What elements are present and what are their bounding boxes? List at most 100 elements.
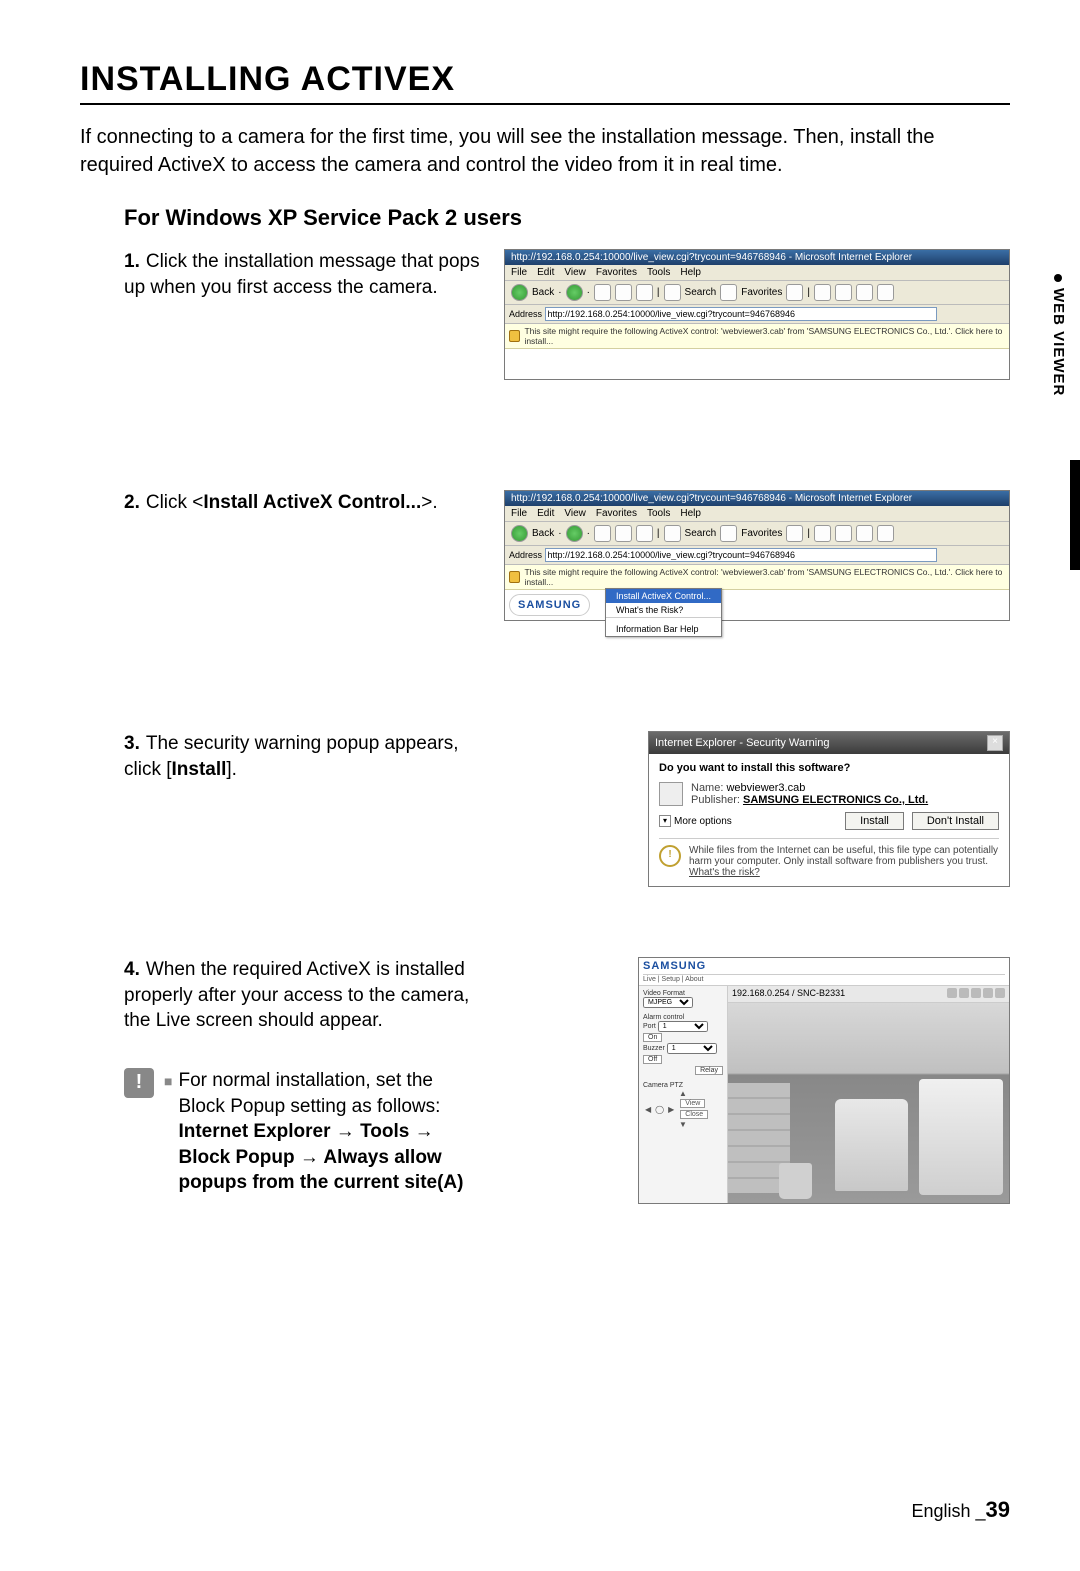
ptz-right-icon[interactable]: ▶ [666,1105,676,1114]
favorites-icon [720,284,737,301]
step-1-text: 1.Click the installation message that po… [124,249,494,300]
video-format-label: Video Format [643,990,723,997]
menu-bar: FileEditViewFavoritesToolsHelp [505,506,1009,522]
viewer-tool-icons [945,988,1005,1000]
step-3-text: 3.The security warning popup appears, cl… [124,731,494,782]
section-tab: WEB VIEWER [1046,260,1080,590]
shield-icon [509,571,520,583]
close-icon[interactable]: × [987,735,1003,751]
home-icon [636,284,653,301]
video-format-select[interactable]: MJPEG [643,997,693,1008]
step-body: >. [421,492,437,513]
media-icon [786,284,803,301]
bullet-icon [1054,274,1062,282]
ptz-center-icon[interactable]: ◯ [653,1105,666,1114]
ie-window-screenshot-1: http://192.168.0.254:10000/live_view.cgi… [504,249,1010,380]
shield-icon [509,330,520,342]
off-button[interactable]: Off [643,1055,662,1064]
step-bold: Install ActiveX Control... [203,492,421,513]
port-select[interactable]: 1 [658,1021,708,1032]
camera-address: 192.168.0.254 / SNC-B2331 [732,988,845,1000]
dialog-question: Do you want to install this software? [659,762,999,774]
menu-item-install-activex[interactable]: Install ActiveX Control... [606,589,721,603]
menu-item-whats-risk[interactable]: What's the Risk? [606,603,721,617]
ptz-control: ▲ ◀ ◯ ▶ View Close [643,1089,723,1129]
intro-text: If connecting to a camera for the first … [80,123,1010,179]
ptz-down-icon[interactable]: ▼ [677,1120,689,1129]
edit-icon [856,284,873,301]
samsung-logo: SAMSUNG [643,960,706,972]
page-footer: English _39 [911,1497,1010,1523]
window-title: http://192.168.0.254:10000/live_view.cgi… [505,250,1009,265]
context-menu: Install ActiveX Control... What's the Ri… [605,588,722,637]
mail-icon [814,284,831,301]
step-number: 2. [124,490,140,516]
ie-window-screenshot-2: http://192.168.0.254:10000/live_view.cgi… [504,490,1010,621]
ptz-left-icon[interactable]: ◀ [643,1105,653,1114]
name-label: Name: [691,782,723,794]
discuss-icon [877,284,894,301]
step-number: 4. [124,957,140,983]
step-number: 1. [124,249,140,275]
step-body: Click the installation message that pops… [124,251,480,298]
relay-button[interactable]: Relay [695,1066,723,1075]
close-button[interactable]: Close [680,1110,708,1119]
search-icon [664,284,681,301]
more-options-toggle[interactable]: ▾ More options [659,815,732,827]
note-icon: ! [124,1068,154,1098]
step-2-text: 2. Click <Install ActiveX Control...>. [124,490,494,516]
refresh-icon [615,284,632,301]
activex-info-bar[interactable]: This site might require the following Ac… [505,324,1009,349]
address-bar: Address [505,305,1009,324]
address-bar: Address [505,546,1009,565]
camera-live-image [728,1003,1009,1203]
port-label: Port [643,1023,656,1030]
toolbar: Back· · | Search Favorites | [505,522,1009,546]
menu-item-info-bar-help[interactable]: Information Bar Help [606,622,721,636]
security-warning-dialog: Internet Explorer - Security Warning × D… [648,731,1010,887]
back-icon [511,525,528,542]
buzzer-label: Buzzer [643,1045,665,1052]
stop-icon [594,284,611,301]
samsung-logo: SAMSUNG [509,594,590,616]
forward-icon [566,284,583,301]
step-body: When the required ActiveX is installed p… [124,959,469,1031]
view-button[interactable]: View [680,1099,705,1108]
live-viewer-screenshot: SAMSUNG Live | Setup | About Video Forma… [638,957,1010,1204]
note-text: For normal installation, set the Block P… [178,1068,478,1196]
back-label: Back [532,287,554,298]
address-input[interactable] [545,307,938,321]
step-body: Click < [146,492,204,513]
on-button[interactable]: On [643,1033,662,1042]
buzzer-select[interactable]: 1 [667,1043,717,1054]
address-input[interactable] [545,548,938,562]
subheading: For Windows XP Service Pack 2 users [124,205,1010,231]
section-tab-label: WEB VIEWER [1050,288,1067,396]
page-title: INSTALLING ACTIVEX [80,60,1010,99]
publisher-link[interactable]: SAMSUNG ELECTRONICS Co., Ltd. [743,794,928,806]
print-icon [835,284,852,301]
bullet-icon: ■ [164,1072,172,1091]
step-body: ]. [226,759,237,780]
dont-install-button[interactable]: Don't Install [912,812,999,830]
activex-info-bar[interactable]: This site might require the following Ac… [505,565,1009,590]
viewer-tabs: Live | Setup | About [643,974,1005,983]
forward-icon [566,525,583,542]
ptz-up-icon[interactable]: ▲ [677,1089,689,1098]
warning-text: While files from the Internet can be use… [689,845,999,878]
software-name: webviewer3.cab [726,782,805,794]
step-4-text: 4.When the required ActiveX is installed… [124,957,494,1034]
warning-icon: ! [659,845,681,867]
info-bar-text: This site might require the following Ac… [524,326,1005,346]
install-button[interactable]: Install [845,812,904,830]
alarm-control-label: Alarm control [643,1014,723,1021]
whats-the-risk-link[interactable]: What's the risk? [689,867,760,878]
viewer-sidebar: Video Format MJPEG Alarm control Port 1 … [639,986,728,1203]
menu-bar: FileEditViewFavoritesToolsHelp [505,265,1009,281]
software-icon [659,782,683,806]
step-number: 3. [124,731,140,757]
toolbar: Back · · | Search Favorites | [505,281,1009,305]
ptz-label: Camera PTZ [643,1082,723,1089]
back-icon [511,284,528,301]
page-number: 39 [986,1497,1010,1522]
